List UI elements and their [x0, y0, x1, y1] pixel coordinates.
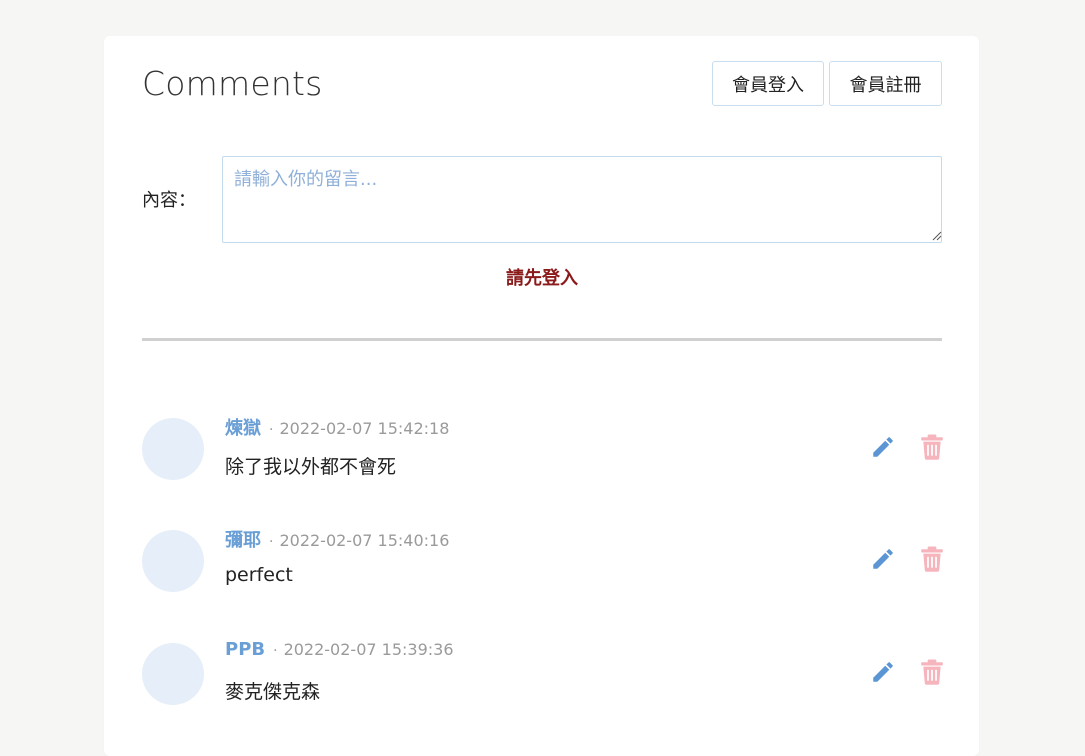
comment-item: PPB · 2022-02-07 15:39:36 麥克傑克森 [142, 639, 943, 709]
comment-timestamp: 2022-02-07 15:39:36 [283, 640, 454, 659]
comment-content: 麥克傑克森 [225, 681, 321, 703]
comment-actions [852, 657, 943, 687]
comment-input[interactable] [222, 156, 942, 243]
comment-actions [852, 432, 943, 462]
edit-button[interactable] [868, 432, 898, 462]
comments-card: Comments 會員登入 會員註冊 內容： 請先登入 煉獄 · 2022-02… [104, 36, 979, 756]
comment-meta: PPB · 2022-02-07 15:39:36 [225, 639, 454, 660]
auth-buttons: 會員登入 會員註冊 [712, 61, 942, 106]
meta-separator: · [269, 534, 274, 550]
login-button[interactable]: 會員登入 [712, 61, 824, 106]
divider [142, 338, 942, 341]
content-label: 內容： [142, 190, 196, 211]
comment-author: PPB [225, 639, 266, 660]
comment-form: 內容： [142, 156, 942, 243]
edit-button[interactable] [868, 657, 898, 687]
comment-author: 煉獄 [225, 418, 261, 439]
register-button[interactable]: 會員註冊 [829, 61, 942, 106]
resize-handle-icon[interactable] [932, 231, 942, 241]
delete-button[interactable] [917, 432, 947, 462]
comment-item: 彌耶 · 2022-02-07 15:40:16 perfect [142, 526, 943, 596]
comment-item: 煉獄 · 2022-02-07 15:42:18 除了我以外都不會死 [142, 414, 943, 484]
comment-meta: 煉獄 · 2022-02-07 15:42:18 [225, 414, 449, 440]
avatar [142, 643, 204, 705]
comment-content: perfect [225, 564, 293, 586]
meta-separator: · [273, 643, 278, 659]
comment-timestamp: 2022-02-07 15:42:18 [279, 419, 450, 438]
edit-button[interactable] [868, 544, 898, 574]
avatar [142, 418, 204, 480]
trash-icon [921, 546, 943, 572]
delete-button[interactable] [917, 544, 947, 574]
page-title: Comments [142, 64, 323, 103]
pencil-icon [873, 662, 893, 682]
pencil-icon [873, 549, 893, 569]
login-warning: 請先登入 [506, 268, 578, 289]
comment-content: 除了我以外都不會死 [225, 456, 397, 478]
meta-separator: · [269, 422, 274, 438]
header: Comments 會員登入 會員註冊 [142, 61, 942, 107]
comment-actions [852, 544, 943, 574]
comment-meta: 彌耶 · 2022-02-07 15:40:16 [225, 526, 449, 552]
pencil-icon [873, 437, 893, 457]
trash-icon [921, 434, 943, 460]
delete-button[interactable] [917, 657, 947, 687]
comment-author: 彌耶 [225, 530, 261, 551]
avatar [142, 530, 204, 592]
trash-icon [921, 659, 943, 685]
comment-timestamp: 2022-02-07 15:40:16 [279, 531, 450, 550]
